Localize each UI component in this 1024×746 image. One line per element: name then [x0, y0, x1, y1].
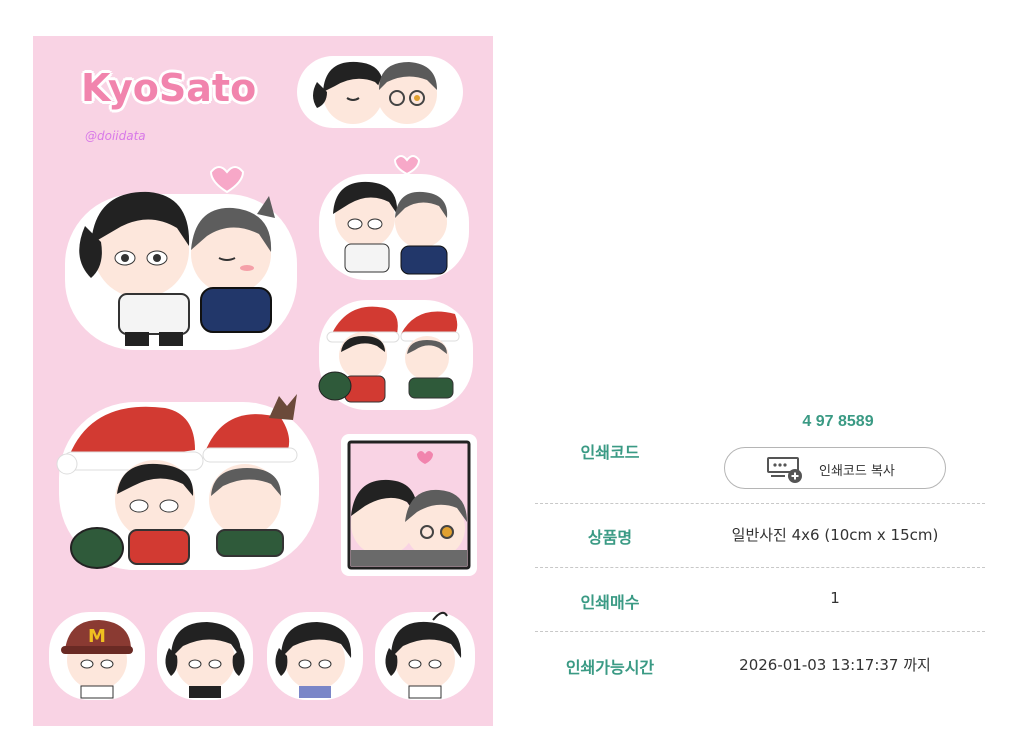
artist-handle: @doiidata — [85, 129, 146, 143]
santa-couple-large-sticker — [56, 394, 319, 570]
print-count-label: 인쇄매수 — [580, 593, 640, 612]
head-sticker-3 — [267, 612, 363, 700]
print-time-label: 인쇄가능시간 — [565, 658, 655, 677]
print-order-page: KyoSato @doiidata M 4 97 8589 인쇄코드 인쇄코드 … — [0, 0, 1024, 746]
print-code-row: 인쇄코드 인쇄코드 복사 — [535, 405, 985, 504]
product-label: 상품명 — [587, 528, 633, 547]
print-code-label: 인쇄코드 — [580, 443, 640, 462]
head-sticker-4 — [375, 611, 475, 700]
copy-code-icon — [767, 457, 802, 483]
santa-couple-small-sticker — [318, 300, 473, 410]
copy-print-code-button[interactable]: 인쇄코드 복사 — [724, 447, 946, 489]
head-sticker-2 — [157, 612, 253, 700]
print-count-row: 인쇄매수 1 — [535, 568, 985, 632]
couple-small-sticker — [319, 155, 469, 280]
print-time-value: 2026-01-03 13:17:37 까지 — [739, 656, 931, 674]
brand-title: KyoSato — [81, 66, 257, 110]
kiss-heads-sticker — [297, 56, 463, 128]
svg-text:M: M — [88, 626, 106, 647]
print-time-row: 인쇄가능시간 2026-01-03 13:17:37 까지 — [535, 632, 985, 696]
print-count-value: 1 — [830, 589, 840, 607]
product-value: 일반사진 4x6 (10cm x 15cm) — [731, 526, 939, 544]
copy-print-code-label: 인쇄코드 복사 — [819, 464, 895, 479]
photo-frame-sticker — [341, 434, 477, 576]
couple-hug-sticker — [65, 166, 297, 350]
product-row: 상품명 일반사진 4x6 (10cm x 15cm) — [535, 503, 985, 568]
cap-head-sticker: M — [49, 612, 145, 700]
sticker-sheet-image: KyoSato @doiidata M — [33, 36, 493, 726]
